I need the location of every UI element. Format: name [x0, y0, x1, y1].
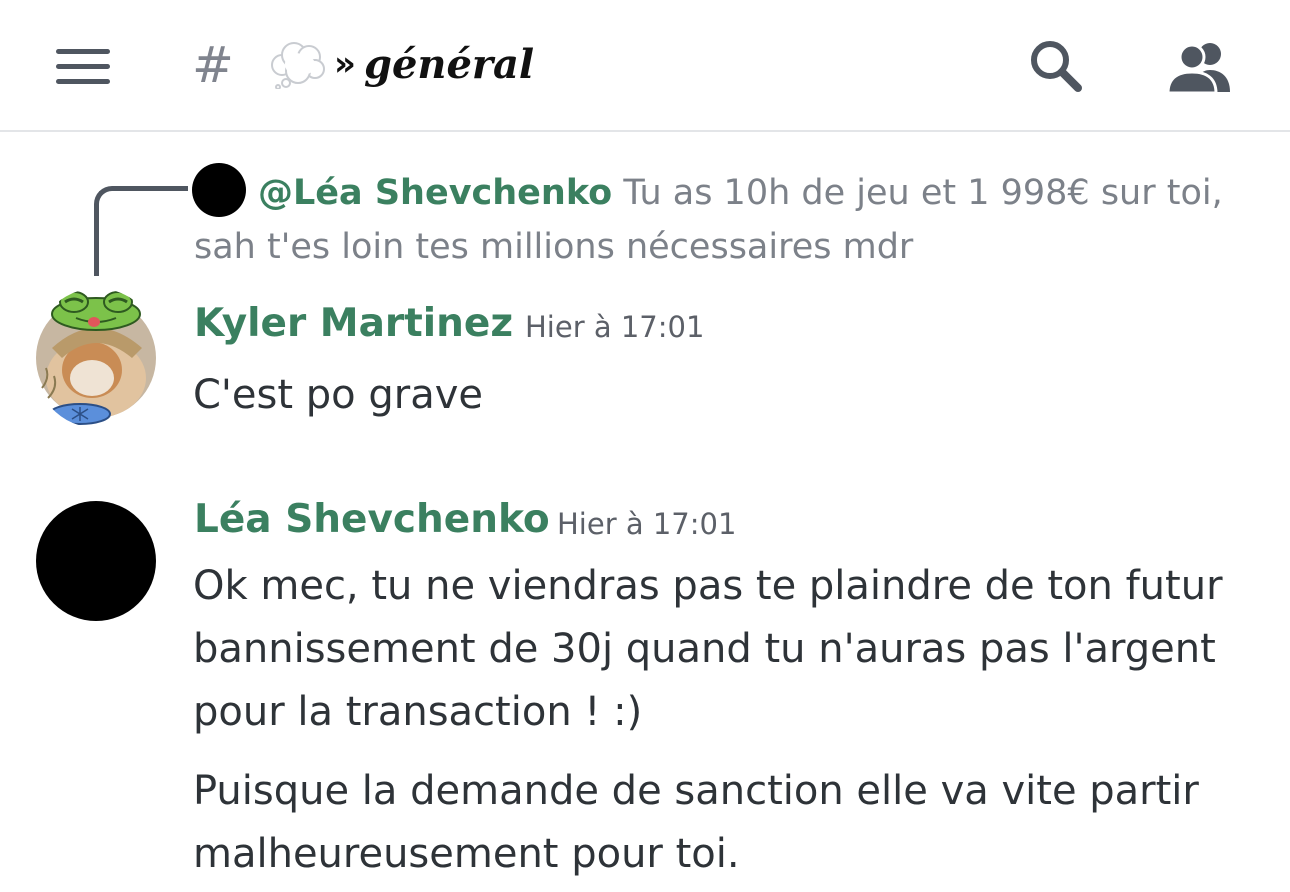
- search-icon[interactable]: [1026, 38, 1086, 94]
- message-timestamp: Hier à 17:01: [525, 310, 705, 344]
- channel-header: # » 𝒈é𝒏é𝒓𝒂𝒍: [0, 0, 1290, 132]
- reply-author[interactable]: @Léa Shevchenko: [258, 173, 612, 213]
- message-text: Ok mec, tu ne viendras pas te plaindre d…: [193, 563, 1223, 735]
- channel-separator: »: [334, 44, 356, 84]
- channel-hash-icon: #: [192, 36, 234, 94]
- message-text: C'est po grave: [193, 372, 483, 418]
- menu-icon[interactable]: [52, 44, 114, 88]
- reply-preview[interactable]: @Léa Shevchenko Tu as 10h de jeu et 1 99…: [194, 166, 1234, 274]
- channel-name: 𝒈é𝒏é𝒓𝒂𝒍: [363, 40, 535, 88]
- avatar[interactable]: [32, 288, 162, 428]
- avatar[interactable]: [36, 501, 156, 621]
- reply-connector: [94, 186, 188, 276]
- message-text: Puisque la demande de sanction elle va v…: [193, 768, 1199, 877]
- message-timestamp: Hier à 17:01: [557, 507, 737, 541]
- message-author[interactable]: Kyler Martinez: [194, 301, 513, 346]
- thought-balloon-icon: [271, 42, 325, 89]
- members-icon[interactable]: [1166, 40, 1234, 95]
- message-author[interactable]: Léa Shevchenko: [194, 497, 550, 542]
- channel-title[interactable]: » 𝒈é𝒏é𝒓𝒂𝒍: [268, 34, 534, 94]
